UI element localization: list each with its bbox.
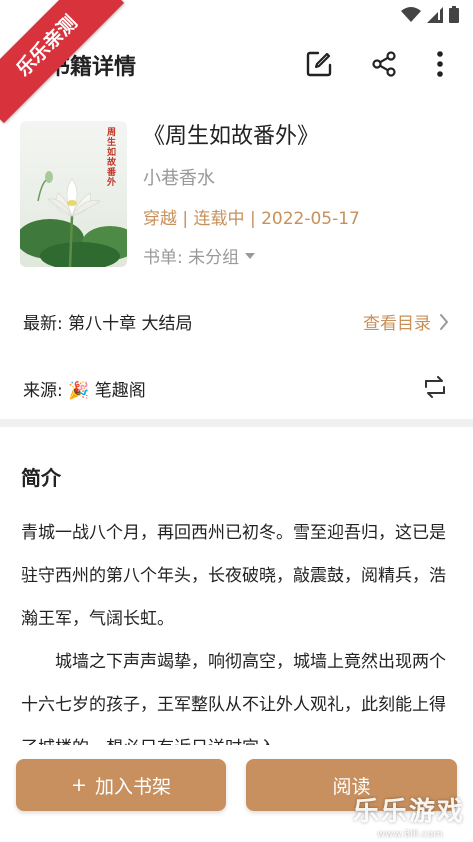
view-catalog-label: 查看目录 [363,314,431,334]
share-button[interactable] [368,48,400,80]
book-author[interactable]: 小巷香水 [143,164,215,190]
intro-text: 青城一战八个月，再回西州已初冬。雪至迎吾归，这已是驻守西州的第八个年头，长夜破晓… [21,512,456,745]
book-name: 《周生如故番外》 [143,124,320,149]
status-icons [401,6,459,23]
watermark-logo: 乐乐游戏 [352,797,465,827]
intro-title: 简介 [21,466,61,490]
intro-paragraph: 城墙之下声声竭挚，响彻高空，城墙上竟然出现两个十六七岁的孩子，王军整队从不让外人… [21,652,446,745]
cover-title: 周生如故番外 [105,127,115,187]
add-to-shelf-label: 加入书架 [94,775,171,798]
section-divider [0,419,473,427]
latest-chapter-label: 最新: 第八十章 大结局 [23,314,193,334]
more-icon [437,51,443,77]
switch-source-icon [425,376,445,398]
edit-icon [306,51,332,77]
intro-paragraph: 青城一战八个月，再回西州已初冬。雪至迎吾归，这已是驻守西州的第八个年头，长夜破晓… [21,523,446,629]
battery-icon [449,6,459,23]
plus-icon: + [71,774,87,796]
switch-source-button[interactable] [423,376,447,398]
wifi-icon [401,6,421,22]
signal-icon [427,6,443,23]
share-icon [372,51,396,77]
edit-button[interactable] [303,48,335,80]
book-meta: 穿越 | 连载中 | 2022-05-17 [143,209,360,229]
booklist-selector[interactable]: 书单: 未分组 [143,243,256,268]
booklist-label: 书单: 未分组 [143,248,240,268]
latest-chapter-row[interactable]: 最新: 第八十章 大结局 查看目录 [0,297,473,345]
chevron-right-icon [440,313,448,330]
caret-down-icon [245,252,256,259]
view-catalog-link[interactable]: 查看目录 [363,309,449,334]
book-cover[interactable]: 周生如故番外 [20,121,127,267]
source-label: 来源: 🎉 笔趣阁 [23,381,146,401]
watermark-url: www.6lll.com [376,829,443,840]
add-to-shelf-button[interactable]: + 加入书架 [16,759,226,811]
more-button[interactable] [424,48,456,80]
source-row[interactable]: 来源: 🎉 笔趣阁 [0,364,473,412]
